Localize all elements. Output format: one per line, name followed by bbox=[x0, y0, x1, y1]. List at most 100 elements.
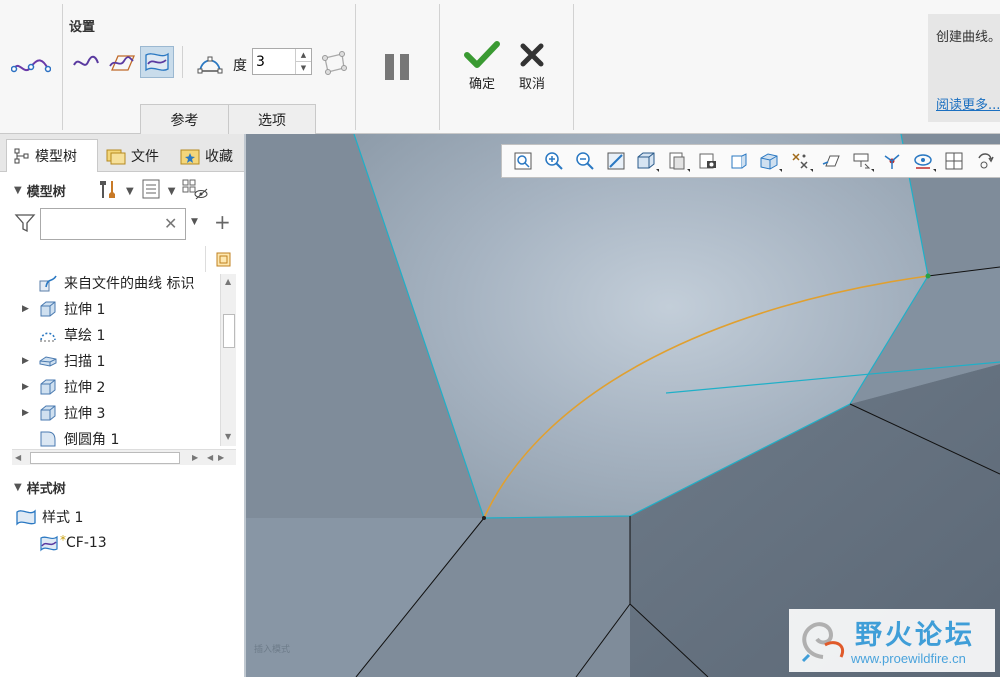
expand-arrow-icon[interactable]: ▶ bbox=[0, 304, 29, 314]
scroll-up-arrow-icon[interactable]: ▲ bbox=[225, 277, 231, 286]
filter-dropdown-icon[interactable]: ▼ bbox=[191, 217, 198, 227]
expand-arrow-icon[interactable]: ▶ bbox=[0, 356, 29, 366]
tree-item-extrude-2[interactable]: ▶ 拉伸 2 bbox=[0, 374, 222, 400]
help-text: 创建曲线。 bbox=[936, 30, 1000, 45]
tab-file-browser[interactable]: 文件 bbox=[103, 139, 161, 172]
graphics-viewport[interactable]: 插入模式 野火论坛 www.proewildfire.cn bbox=[246, 134, 1000, 677]
tree-filter-row: ✕ ▼ + bbox=[14, 206, 244, 240]
expand-arrow-icon[interactable]: ▶ bbox=[0, 408, 29, 418]
saved-orientations-icon[interactable] bbox=[662, 147, 693, 175]
tab-model-tree[interactable]: 模型树 bbox=[6, 139, 98, 172]
read-more-link[interactable]: 阅读更多... bbox=[936, 94, 1000, 113]
column-visibility-icon[interactable] bbox=[181, 178, 209, 204]
close-icon bbox=[520, 43, 544, 67]
cancel-label: 取消 bbox=[518, 77, 545, 92]
curve-on-surface-icon bbox=[40, 535, 58, 552]
tab-favorites[interactable]: 收藏 bbox=[177, 139, 239, 172]
help-panel: 创建曲线。 阅读更多... bbox=[928, 14, 1000, 122]
checkmark-icon bbox=[464, 41, 500, 68]
scroll-down-arrow-icon[interactable]: ▼ bbox=[225, 432, 231, 441]
style-curve-icon[interactable] bbox=[10, 52, 52, 82]
datum-display-icon[interactable] bbox=[785, 147, 816, 175]
tree-item-round-1[interactable]: 倒圆角 1 bbox=[0, 426, 222, 448]
round-icon bbox=[36, 429, 60, 448]
tab-options[interactable]: 选项 bbox=[228, 104, 316, 134]
rotate-view-icon[interactable] bbox=[969, 147, 1000, 175]
scroll-left-arrow-icon[interactable]: ◀ bbox=[207, 453, 213, 462]
curve-on-surface-button[interactable] bbox=[140, 46, 174, 78]
pause-button[interactable] bbox=[379, 50, 415, 84]
sweep-icon bbox=[36, 351, 60, 371]
perspective-view-icon[interactable] bbox=[723, 147, 754, 175]
style-tree-header[interactable]: ▼ 样式树 bbox=[14, 478, 66, 497]
planar-curve-button[interactable] bbox=[105, 50, 137, 76]
collapse-triangle-icon[interactable]: ▼ bbox=[14, 482, 22, 493]
tree-settings-icon[interactable] bbox=[96, 178, 120, 204]
annotation-display-icon[interactable] bbox=[846, 147, 877, 175]
mode-indicator: 插入模式 bbox=[254, 645, 291, 655]
show-list-icon[interactable] bbox=[140, 178, 162, 204]
degree-input[interactable] bbox=[253, 49, 295, 74]
tree-item-extrude-3[interactable]: ▶ 拉伸 3 bbox=[0, 400, 222, 426]
style-tree-title: 样式树 bbox=[26, 482, 66, 497]
confirm-label: 确定 bbox=[468, 77, 495, 92]
watermark-title: 野火论坛 bbox=[855, 620, 975, 651]
display-style-icon[interactable] bbox=[631, 147, 662, 175]
tab-references[interactable]: 参考 bbox=[140, 104, 229, 134]
clear-search-icon[interactable]: ✕ bbox=[164, 214, 177, 233]
curve-shape-icon[interactable] bbox=[195, 50, 225, 76]
grid-icon[interactable] bbox=[939, 147, 970, 175]
watermark-url: www.proewildfire.cn bbox=[851, 651, 966, 666]
control-polygon-icon[interactable] bbox=[318, 48, 350, 78]
tab-model-tree-label: 模型树 bbox=[35, 149, 77, 165]
column-icon[interactable] bbox=[214, 250, 234, 270]
tab-file-label: 文件 bbox=[131, 148, 159, 165]
section-icon[interactable] bbox=[754, 147, 785, 175]
favorites-folder-icon bbox=[180, 149, 200, 164]
tab-favorites-label: 收藏 bbox=[205, 148, 233, 165]
zoom-in-icon[interactable] bbox=[539, 147, 570, 175]
show-dropdown-icon[interactable]: ▼ bbox=[168, 186, 176, 197]
repaint-icon[interactable] bbox=[600, 147, 631, 175]
degree-up-arrow-icon[interactable]: ▲ bbox=[296, 49, 311, 61]
style-tree-item-curve[interactable]: * CF-13 bbox=[38, 531, 107, 555]
free-curve-button[interactable] bbox=[71, 50, 101, 76]
style-surface-icon bbox=[16, 509, 36, 526]
sketch-icon bbox=[36, 325, 60, 345]
tree-vertical-scrollbar[interactable]: ▲ ▼ bbox=[220, 274, 236, 446]
add-column-icon[interactable]: + bbox=[214, 210, 231, 234]
view-manager-icon[interactable] bbox=[693, 147, 724, 175]
zoom-out-icon[interactable] bbox=[570, 147, 601, 175]
cancel-button[interactable]: 取消 bbox=[509, 40, 555, 92]
filter-icon[interactable] bbox=[14, 212, 36, 234]
forum-logo-icon bbox=[801, 622, 844, 663]
tree-horizontal-scrollbar[interactable]: ◀ ▶ ◀ ▶ bbox=[12, 449, 236, 465]
scroll-thumb[interactable] bbox=[30, 452, 180, 464]
scroll-right-arrow-icon[interactable]: ▶ bbox=[218, 453, 224, 462]
folder-icon bbox=[106, 149, 126, 164]
coord-display-icon[interactable] bbox=[908, 147, 939, 175]
view-toolbar bbox=[501, 144, 1000, 178]
extrude-icon bbox=[36, 403, 60, 423]
tree-item-sweep-1[interactable]: ▶ 扫描 1 bbox=[0, 348, 222, 374]
tree-item-sketch-1[interactable]: 草绘 1 bbox=[0, 322, 222, 348]
refit-icon[interactable] bbox=[508, 147, 539, 175]
style-tree-item-style-1[interactable]: 样式 1 bbox=[14, 505, 83, 529]
scroll-left-arrow-icon[interactable]: ◀ bbox=[15, 453, 21, 462]
degree-down-arrow-icon[interactable]: ▼ bbox=[296, 61, 311, 74]
datum-plane-icon[interactable] bbox=[816, 147, 847, 175]
scroll-thumb[interactable] bbox=[223, 314, 235, 348]
tree-settings-dropdown-icon[interactable]: ▼ bbox=[126, 186, 134, 197]
tree-item-curve-from-file[interactable]: 来自文件的曲线 标识 bbox=[0, 270, 222, 296]
confirm-button[interactable]: 确定 bbox=[459, 40, 505, 92]
scroll-right-arrow-icon[interactable]: ▶ bbox=[192, 453, 198, 462]
model-tree-icon bbox=[14, 148, 29, 164]
ribbon: 设置 度 ▲ ▼ 参考 选项 确定 取消 创建曲线。 阅读更多... bbox=[0, 0, 1000, 134]
tree-item-extrude-1[interactable]: ▶ 拉伸 1 bbox=[0, 296, 222, 322]
model-tree-title: 模型树 bbox=[26, 184, 66, 200]
spin-center-icon[interactable] bbox=[877, 147, 908, 175]
model-tree-list: 来自文件的曲线 标识 ▶ 拉伸 1 草绘 1 ▶ 扫描 1 ▶ 拉伸 2 ▶ 拉… bbox=[0, 270, 222, 448]
expand-arrow-icon[interactable]: ▶ bbox=[0, 382, 29, 392]
collapse-triangle-icon[interactable]: ▼ bbox=[14, 185, 22, 196]
model-scene bbox=[246, 134, 1000, 677]
